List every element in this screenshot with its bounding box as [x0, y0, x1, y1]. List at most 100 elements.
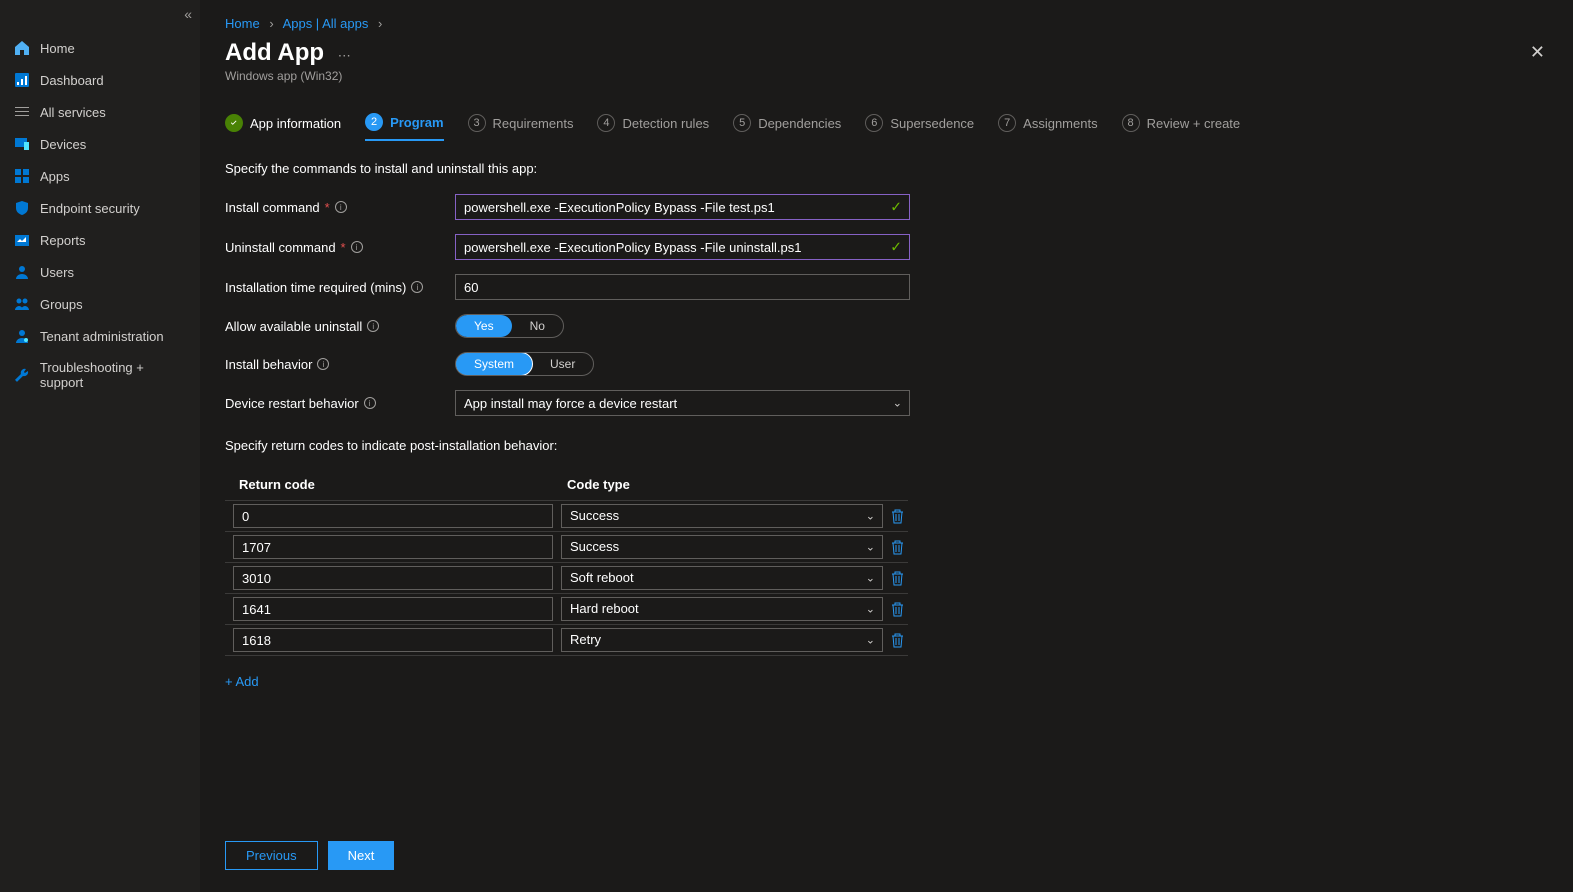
tab-label: Detection rules	[622, 116, 709, 131]
breadcrumb: Home › Apps | All apps ›	[200, 0, 1573, 35]
page-subtitle: Windows app (Win32)	[225, 69, 1548, 83]
home-icon	[14, 40, 30, 56]
sidebar-item-label: Devices	[40, 137, 86, 152]
delete-icon[interactable]	[891, 632, 905, 648]
breadcrumb-home[interactable]: Home	[225, 16, 260, 31]
check-icon	[225, 114, 243, 132]
allow-uninstall-no[interactable]: No	[512, 315, 563, 337]
collapse-sidebar-icon[interactable]: «	[184, 6, 192, 22]
chevron-right-icon: ›	[269, 16, 273, 31]
delete-icon[interactable]	[891, 539, 905, 555]
sidebar-item-reports[interactable]: Reports	[0, 224, 200, 256]
sidebar-item-dashboard[interactable]: Dashboard	[0, 64, 200, 96]
tab-dependencies[interactable]: 5 Dependencies	[733, 113, 841, 141]
tab-label: Assignments	[1023, 116, 1097, 131]
delete-icon[interactable]	[891, 508, 905, 524]
more-icon[interactable]: ⋯	[338, 48, 351, 63]
sidebar-item-label: Reports	[40, 233, 86, 248]
sidebar: « Home Dashboard All services Devices Apps En…	[0, 0, 200, 892]
allow-uninstall-label: Allow available uninstall i	[225, 319, 455, 334]
sidebar-item-label: Users	[40, 265, 74, 280]
uninstall-command-label: Uninstall command* i	[225, 240, 455, 255]
sidebar-item-label: Endpoint security	[40, 201, 140, 216]
tab-label: Review + create	[1147, 116, 1241, 131]
sidebar-item-label: Home	[40, 41, 75, 56]
tab-requirements[interactable]: 3Requirements	[468, 113, 574, 141]
step-number: 4	[597, 114, 615, 132]
delete-icon[interactable]	[891, 601, 905, 617]
previous-button[interactable]: Previous	[225, 841, 318, 870]
delete-icon[interactable]	[891, 570, 905, 586]
install-behavior-user[interactable]: User	[532, 353, 593, 375]
return-codes-table: Return code Code type Success ⌄ Success …	[225, 471, 908, 656]
main-panel: Home › Apps | All apps › Add App ⋯ Windo…	[200, 0, 1573, 892]
breadcrumb-apps[interactable]: Apps | All apps	[283, 16, 369, 31]
step-number: 2	[365, 113, 383, 131]
sidebar-item-troubleshooting-support[interactable]: Troubleshooting + support	[0, 352, 200, 398]
allow-uninstall-yes[interactable]: Yes	[456, 315, 512, 337]
tab-label: Dependencies	[758, 116, 841, 131]
step-number: 8	[1122, 114, 1140, 132]
tab-label: Requirements	[493, 116, 574, 131]
uninstall-command-input[interactable]	[455, 234, 910, 260]
wizard-footer: Previous Next	[200, 827, 1573, 892]
sidebar-item-label: Troubleshooting + support	[40, 360, 190, 390]
return-code-input[interactable]	[233, 504, 553, 528]
info-icon[interactable]: i	[317, 358, 329, 370]
tab-supersedence[interactable]: 6Supersedence	[865, 113, 974, 141]
return-code-input[interactable]	[233, 628, 553, 652]
sidebar-item-label: Dashboard	[40, 73, 104, 88]
return-code-row: Soft reboot ⌄	[225, 562, 908, 593]
info-icon[interactable]: i	[335, 201, 347, 213]
close-icon[interactable]: ✕	[1530, 42, 1545, 63]
code-type-select[interactable]: Retry	[561, 628, 883, 652]
return-code-row: Success ⌄	[225, 531, 908, 562]
section2-text: Specify return codes to indicate post-in…	[225, 438, 1548, 453]
code-type-select[interactable]: Soft reboot	[561, 566, 883, 590]
info-icon[interactable]: i	[411, 281, 423, 293]
admin-icon	[14, 328, 30, 344]
next-button[interactable]: Next	[328, 841, 395, 870]
sidebar-item-devices[interactable]: Devices	[0, 128, 200, 160]
check-icon: ✓	[890, 239, 902, 256]
sidebar-item-all-services[interactable]: All services	[0, 96, 200, 128]
install-time-input[interactable]	[455, 274, 910, 300]
sidebar-item-endpoint-security[interactable]: Endpoint security	[0, 192, 200, 224]
restart-behavior-select[interactable]: App install may force a device restart	[455, 390, 910, 416]
page-header: Add App ⋯ Windows app (Win32)	[200, 35, 1573, 95]
code-type-select[interactable]: Success	[561, 535, 883, 559]
tab-label: Supersedence	[890, 116, 974, 131]
install-behavior-label: Install behavior i	[225, 357, 455, 372]
tab-app-information[interactable]: App information	[225, 113, 341, 141]
tab-review-create[interactable]: 8 Review + create	[1122, 113, 1241, 141]
install-command-label: Install command* i	[225, 200, 455, 215]
sidebar-item-apps[interactable]: Apps	[0, 160, 200, 192]
add-return-code-link[interactable]: + Add	[225, 674, 1548, 689]
install-behavior-system[interactable]: System	[455, 352, 533, 376]
sidebar-item-tenant-administration[interactable]: Tenant administration	[0, 320, 200, 352]
return-code-input[interactable]	[233, 566, 553, 590]
tab-program[interactable]: 2Program	[365, 113, 443, 141]
info-icon[interactable]: i	[351, 241, 363, 253]
return-code-input[interactable]	[233, 535, 553, 559]
return-code-input[interactable]	[233, 597, 553, 621]
info-icon[interactable]: i	[367, 320, 379, 332]
tab-detection-rules[interactable]: 4 Detection rules	[597, 113, 709, 141]
wrench-icon	[14, 367, 30, 383]
sidebar-item-users[interactable]: Users	[0, 256, 200, 288]
install-command-input[interactable]	[455, 194, 910, 220]
step-number: 5	[733, 114, 751, 132]
tab-assignments[interactable]: 7 Assignments	[998, 113, 1097, 141]
users-icon	[14, 264, 30, 280]
apps-icon	[14, 168, 30, 184]
wizard-tabs: App information 2Program 3Requirements 4 Det…	[200, 95, 1573, 141]
info-icon[interactable]: i	[364, 397, 376, 409]
step-number: 7	[998, 114, 1016, 132]
sidebar-item-groups[interactable]: Groups	[0, 288, 200, 320]
return-code-row: Success ⌄	[225, 500, 908, 531]
sidebar-item-label: Tenant administration	[40, 329, 164, 344]
code-type-select[interactable]: Success	[561, 504, 883, 528]
code-type-select[interactable]: Hard reboot	[561, 597, 883, 621]
allow-uninstall-toggle: Yes No	[455, 314, 564, 338]
sidebar-item-home[interactable]: Home	[0, 32, 200, 64]
